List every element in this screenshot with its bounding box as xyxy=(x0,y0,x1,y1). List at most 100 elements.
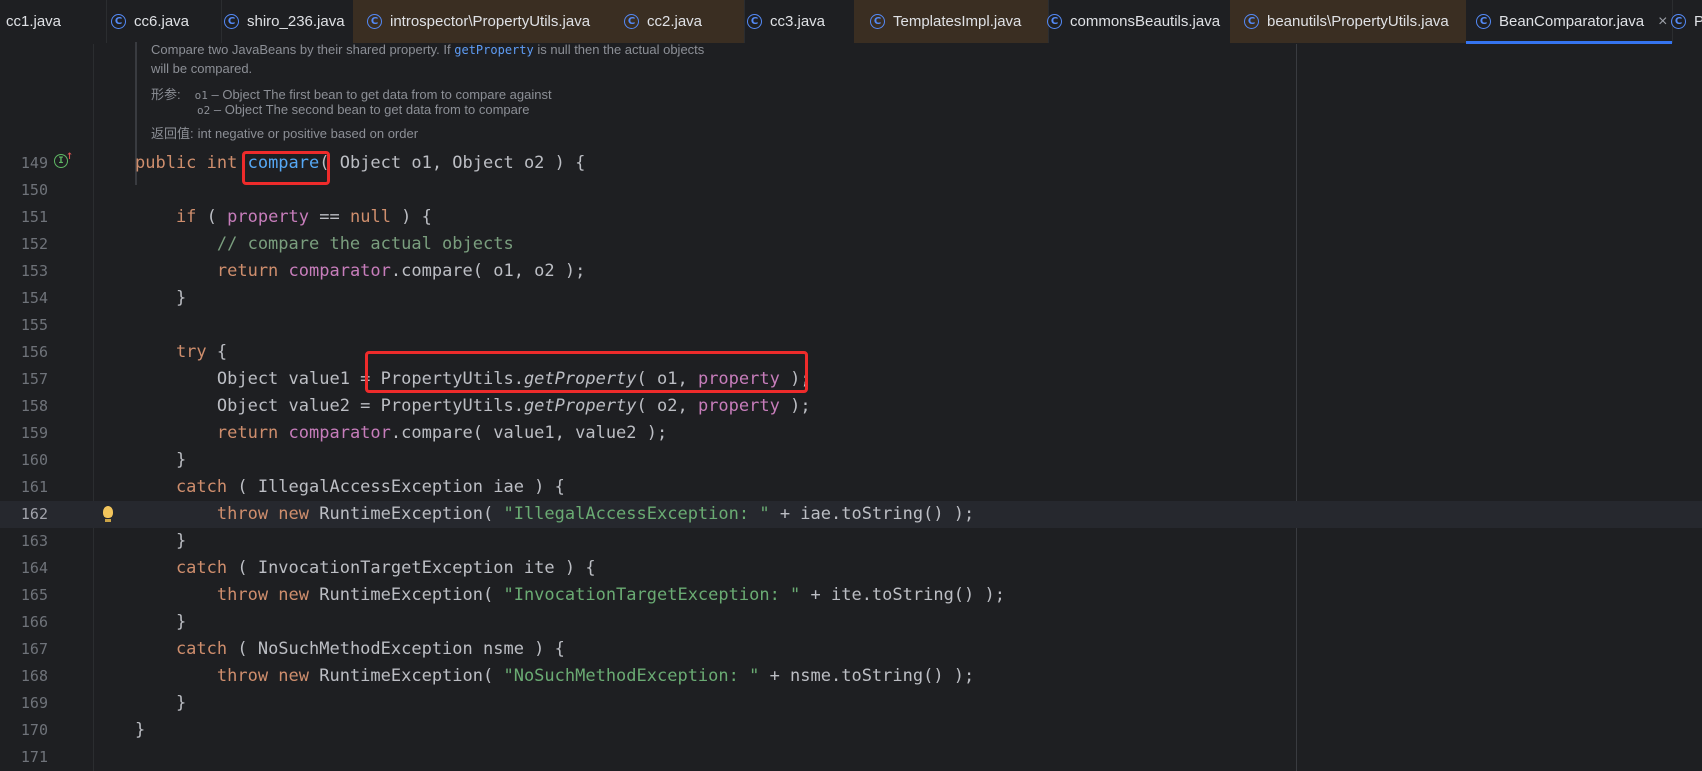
tab-label: cc6.java xyxy=(134,13,190,30)
line-number[interactable]: 157 xyxy=(0,366,48,393)
code-token: public int xyxy=(135,153,248,173)
code-line[interactable]: 168 throw new RuntimeException( "NoSuchM… xyxy=(0,663,1702,690)
code-token: == xyxy=(309,207,350,227)
line-number[interactable]: 166 xyxy=(0,609,48,636)
code-token: + nsme.toString() ); xyxy=(759,666,975,686)
tab-label: BeanComparator.java xyxy=(1499,13,1645,30)
code-line[interactable]: 170} xyxy=(0,717,1702,744)
code-token: } xyxy=(135,720,146,740)
code-line[interactable]: 151 if ( property == null ) { xyxy=(0,204,1702,231)
code-token: } xyxy=(135,450,187,470)
tab-beanutils-propertyutils[interactable]: C beanutils\PropertyUtils.java xyxy=(1230,0,1480,43)
line-number[interactable]: 165 xyxy=(0,582,48,609)
line-number[interactable]: 169 xyxy=(0,690,48,717)
tab-beancomparator[interactable]: C BeanComparator.java × xyxy=(1466,0,1673,44)
line-number[interactable]: 164 xyxy=(0,555,48,582)
line-number[interactable]: 159 xyxy=(0,420,48,447)
java-class-icon: C xyxy=(747,14,762,29)
line-number[interactable]: 153 xyxy=(0,258,48,285)
code-line[interactable]: 167 catch ( NoSuchMethodException nsme )… xyxy=(0,636,1702,663)
line-number[interactable]: 151 xyxy=(0,204,48,231)
code-editor[interactable]: Compare two JavaBeans by their shared pr… xyxy=(0,42,1702,771)
code-line[interactable]: 165 throw new RuntimeException( "Invocat… xyxy=(0,582,1702,609)
code-line[interactable]: 157 Object value1 = PropertyUtils.getPro… xyxy=(0,366,1702,393)
tab-cc1[interactable]: cc1.java xyxy=(0,0,107,43)
code-text: if ( property == null ) { xyxy=(135,204,432,231)
line-number[interactable]: 158 xyxy=(0,393,48,420)
code-token: if xyxy=(135,207,197,227)
doc-description-2: will be compared. xyxy=(151,61,253,76)
code-token: ( NoSuchMethodException nsme ) { xyxy=(227,639,565,659)
line-number[interactable]: 156 xyxy=(0,339,48,366)
code-line[interactable]: 155 xyxy=(0,312,1702,339)
tab-introspector-propertyutils[interactable]: C introspector\PropertyUtils.java xyxy=(353,0,624,43)
go-to-interface-arrow-icon[interactable]: ↑ xyxy=(66,149,73,161)
intention-lightbulb-icon[interactable] xyxy=(103,506,113,522)
code-token: .compare( o1, o2 ); xyxy=(390,261,586,281)
code-line[interactable]: 169 } xyxy=(0,690,1702,717)
code-line[interactable]: 154 } xyxy=(0,285,1702,312)
line-number[interactable]: 163 xyxy=(0,528,48,555)
line-number[interactable]: 170 xyxy=(0,717,48,744)
code-line[interactable]: 153 return comparator.compare( o1, o2 ); xyxy=(0,258,1702,285)
code-text: throw new RuntimeException( "InvocationT… xyxy=(135,582,1005,609)
code-text: throw new RuntimeException( "IllegalAcce… xyxy=(135,501,974,528)
code-token: comparator xyxy=(288,261,391,281)
code-token: ); xyxy=(779,396,811,416)
code-token: + ite.toString() ); xyxy=(800,585,1005,605)
code-token: ) { xyxy=(390,207,432,227)
line-number[interactable]: 155 xyxy=(0,312,48,339)
java-class-icon: C xyxy=(111,14,126,29)
tab-cc3[interactable]: C cc3.java xyxy=(731,0,870,43)
tab-partial[interactable]: C P xyxy=(1663,0,1702,43)
code-token: null xyxy=(349,207,391,227)
java-class-icon: C xyxy=(624,14,639,29)
code-line[interactable]: 171 xyxy=(0,744,1702,771)
tab-label: beanutils\PropertyUtils.java xyxy=(1267,13,1449,30)
line-number[interactable]: 167 xyxy=(0,636,48,663)
code-line[interactable]: 164 catch ( InvocationTargetException it… xyxy=(0,555,1702,582)
code-line[interactable]: 166 } xyxy=(0,609,1702,636)
java-class-icon: C xyxy=(367,14,382,29)
code-line[interactable]: 163 } xyxy=(0,528,1702,555)
code-text: } xyxy=(135,447,186,474)
code-line[interactable]: 158 Object value2 = PropertyUtils.getPro… xyxy=(0,393,1702,420)
tab-label: cc1.java xyxy=(6,13,62,30)
line-number[interactable]: 149 xyxy=(0,150,48,177)
code-line[interactable]: 152 // compare the actual objects xyxy=(0,231,1702,258)
tab-shiro-236[interactable]: C shiro_236.java xyxy=(212,0,365,43)
line-number[interactable]: 154 xyxy=(0,285,48,312)
line-number[interactable]: 162 xyxy=(0,501,48,528)
tab-templatesimpl[interactable]: C TemplatesImpl.java xyxy=(854,0,1049,43)
code-token: throw new xyxy=(135,666,320,686)
doc-returns: 返回值: int negative or positive based on or… xyxy=(151,126,419,141)
line-number[interactable]: 152 xyxy=(0,231,48,258)
code-line[interactable]: 160 } xyxy=(0,447,1702,474)
code-token: + iae.toString() ); xyxy=(769,504,975,524)
doc-code-ref: getProperty xyxy=(454,43,534,57)
code-token: throw new xyxy=(135,504,320,524)
line-number[interactable]: 150 xyxy=(0,177,48,204)
code-token: comparator xyxy=(288,423,391,443)
code-token: property xyxy=(227,207,310,227)
code-text: } xyxy=(135,609,186,636)
code-text: catch ( IllegalAccessException iae ) { xyxy=(135,474,565,501)
code-line[interactable]: 156 try { xyxy=(0,339,1702,366)
code-token: catch xyxy=(135,639,228,659)
code-token: return xyxy=(135,261,289,281)
line-number[interactable]: 161 xyxy=(0,474,48,501)
code-line[interactable]: 161 catch ( IllegalAccessException iae )… xyxy=(0,474,1702,501)
code-line[interactable]: 159 return comparator.compare( value1, v… xyxy=(0,420,1702,447)
code-token: Object value2 = PropertyUtils. xyxy=(135,396,524,416)
line-number[interactable]: 160 xyxy=(0,447,48,474)
code-token: catch xyxy=(135,558,228,578)
tab-label: TemplatesImpl.java xyxy=(893,13,1022,30)
tab-commonsbeautils[interactable]: C commonsBeautils.java xyxy=(1033,0,1244,43)
tab-cc6[interactable]: C cc6.java xyxy=(101,0,222,43)
code-text: } xyxy=(135,528,186,555)
code-line[interactable]: 162 throw new RuntimeException( "Illegal… xyxy=(0,501,1702,528)
line-number[interactable]: 171 xyxy=(0,744,48,771)
tab-cc2[interactable]: C cc2.java xyxy=(610,0,745,43)
code-text: return comparator.compare( o1, o2 ); xyxy=(135,258,585,285)
line-number[interactable]: 168 xyxy=(0,663,48,690)
